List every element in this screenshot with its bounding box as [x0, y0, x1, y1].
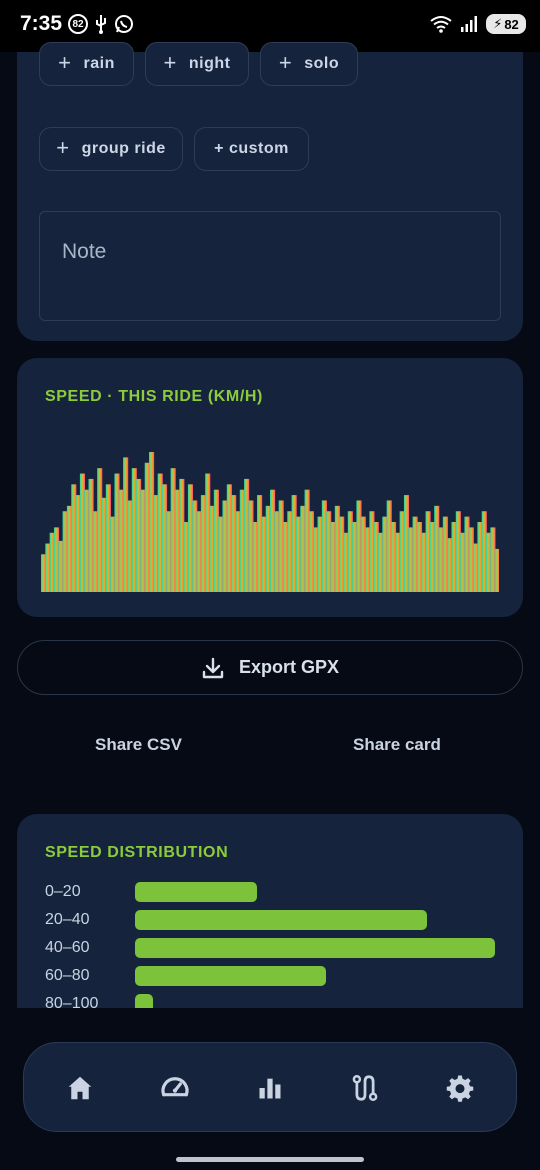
bottom-navigation [23, 1042, 517, 1132]
nav-speed[interactable] [157, 1070, 193, 1106]
notification-badge: 82 [68, 14, 88, 34]
bar-chart-icon [259, 1078, 281, 1099]
ride-details-card: + rain + night + solo + group ride + cus… [17, 42, 523, 341]
status-system-icons: ⚡ 82 [430, 14, 526, 34]
distribution-range-label: 60–80 [45, 967, 90, 984]
gear-icon [446, 1075, 474, 1102]
tag-chip-group-ride[interactable]: + group ride [39, 127, 183, 171]
plus-icon: + [163, 50, 177, 75]
tag-chip-night[interactable]: + night [145, 42, 249, 86]
note-field[interactable]: Note [39, 211, 501, 321]
status-time: 7:35 [20, 12, 63, 35]
share-csv-button[interactable]: Share CSV [95, 735, 182, 755]
distribution-bar [135, 910, 427, 930]
distribution-row: 40–60 [45, 938, 495, 958]
distribution-bar [135, 882, 258, 902]
tag-chip-solo[interactable]: + solo [260, 42, 358, 86]
tag-label: solo [304, 55, 340, 72]
speed-chart [41, 452, 499, 592]
download-icon [202, 657, 224, 678]
wifi-icon [430, 16, 452, 33]
plus-icon: + [58, 50, 72, 75]
distribution-range-label: 0–20 [45, 883, 81, 900]
distribution-row: 20–40 [45, 910, 427, 930]
status-notification-icons: 82 [68, 14, 134, 34]
tag-label: night [188, 55, 231, 72]
tag-label: group ride [81, 140, 166, 157]
battery-indicator: ⚡ 82 [486, 14, 526, 34]
share-card-button[interactable]: Share card [353, 735, 441, 755]
note-placeholder: Note [62, 240, 107, 263]
speedometer-icon [161, 1077, 189, 1097]
charging-icon: ⚡ [493, 16, 503, 31]
speed-bar [494, 548, 499, 592]
nav-home[interactable] [62, 1070, 98, 1106]
plus-icon: + [56, 135, 70, 160]
distribution-row: 0–20 [45, 882, 258, 902]
tag-label: rain [83, 55, 115, 72]
usb-icon [96, 15, 106, 34]
home-icon [68, 1076, 92, 1100]
distribution-range-label: 20–40 [45, 911, 90, 928]
export-gpx-button[interactable]: Export GPX [17, 640, 523, 695]
distribution-range-label: 40–60 [45, 939, 90, 956]
export-gpx-label: Export GPX [238, 657, 340, 677]
route-icon [352, 1074, 378, 1102]
tag-chip-rain[interactable]: + rain [39, 42, 134, 86]
signal-icon [461, 16, 477, 32]
battery-level: 82 [504, 16, 519, 32]
home-indicator[interactable] [176, 1157, 364, 1162]
distribution-bar [135, 938, 495, 958]
tag-chip-custom[interactable]: + custom [194, 127, 309, 171]
nav-stats[interactable] [252, 1070, 288, 1106]
nav-routes[interactable] [347, 1070, 383, 1106]
speed-distribution-card: SPEED DISTRIBUTION 0–20 20–40 40–60 60–80 80… [17, 814, 523, 1014]
distribution-row: 60–80 [45, 966, 326, 986]
distribution-bar [135, 966, 326, 986]
distribution-title: SPEED DISTRIBUTION [45, 844, 229, 861]
speed-chart-title: SPEED · THIS RIDE (KM/H) [45, 388, 263, 405]
nav-settings[interactable] [442, 1070, 478, 1106]
whatsapp-icon [115, 15, 133, 33]
plus-icon: + [278, 50, 293, 75]
tag-label: + custom [214, 140, 289, 157]
speed-chart-card: SPEED · THIS RIDE (KM/H) [17, 358, 523, 617]
